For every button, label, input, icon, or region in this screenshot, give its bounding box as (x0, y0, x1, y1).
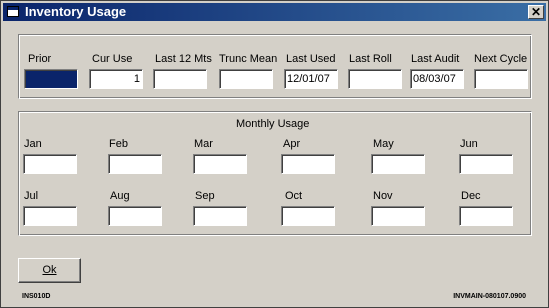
mar-label: Mar (194, 138, 213, 150)
last-used-label: Last Used (286, 53, 336, 65)
jul-label: Jul (24, 190, 39, 202)
close-button[interactable]: ✕ (528, 5, 544, 19)
nov-label: Nov (373, 190, 393, 202)
inventory-usage-window: Inventory Usage ✕ Prior Cur Use 1 Last 1… (0, 0, 549, 308)
cur-use-field[interactable]: 1 (89, 69, 143, 89)
apr-field[interactable] (281, 154, 335, 174)
prior-field[interactable] (24, 69, 78, 89)
dec-label: Dec (461, 190, 481, 202)
jun-label: Jun (460, 138, 478, 150)
jun-field[interactable] (459, 154, 513, 174)
may-field[interactable] (371, 154, 425, 174)
prior-label: Prior (28, 53, 52, 65)
next-cycle-label: Next Cycle (474, 53, 528, 65)
apr-label: Apr (283, 138, 301, 150)
dec-field[interactable] (459, 206, 513, 226)
mar-field[interactable] (193, 154, 247, 174)
close-icon: ✕ (530, 5, 542, 19)
screen-code: INS010D (22, 293, 51, 300)
last-12-mts-field[interactable] (153, 69, 207, 89)
usage-summary-group (18, 34, 532, 99)
title-bar[interactable]: Inventory Usage ✕ (3, 3, 546, 21)
feb-field[interactable] (108, 154, 162, 174)
cur-use-label: Cur Use (92, 53, 133, 65)
trunc-mean-field[interactable] (219, 69, 273, 89)
last-roll-label: Last Roll (349, 53, 392, 65)
oct-label: Oct (285, 190, 303, 202)
last-12-mts-label: Last 12 Mts (155, 53, 212, 65)
last-roll-field[interactable] (348, 69, 402, 89)
version-code: INVMAIN-080107.0900 (453, 293, 526, 300)
aug-field[interactable] (108, 206, 162, 226)
feb-label: Feb (109, 138, 128, 150)
last-audit-field[interactable]: 08/03/07 (410, 69, 464, 89)
sep-label: Sep (195, 190, 215, 202)
window-title: Inventory Usage (25, 4, 127, 19)
last-used-field[interactable]: 12/01/07 (284, 69, 338, 89)
jan-label: Jan (24, 138, 42, 150)
trunc-mean-label: Trunc Mean (219, 53, 278, 65)
last-audit-label: Last Audit (411, 53, 460, 65)
ok-button[interactable]: Ok (18, 258, 81, 283)
monthly-usage-title: Monthly Usage (236, 118, 310, 130)
sep-field[interactable] (193, 206, 247, 226)
oct-field[interactable] (281, 206, 335, 226)
jan-field[interactable] (23, 154, 77, 174)
nov-field[interactable] (371, 206, 425, 226)
may-label: May (373, 138, 394, 150)
aug-label: Aug (110, 190, 130, 202)
next-cycle-field[interactable] (474, 69, 528, 89)
jul-field[interactable] (23, 206, 77, 226)
window-icon (7, 6, 19, 17)
